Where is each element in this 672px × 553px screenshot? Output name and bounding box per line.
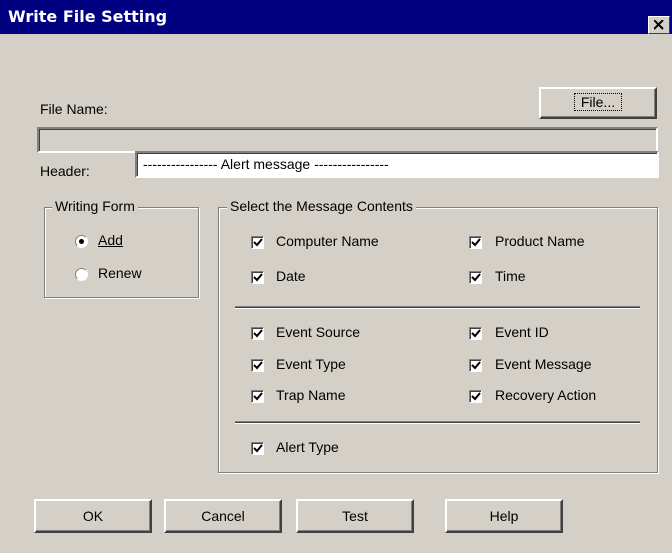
checkbox-event-type[interactable]	[251, 359, 264, 372]
radio-add-label: Add	[98, 232, 123, 248]
radio-renew-label: Renew	[98, 265, 142, 281]
ok-button[interactable]: OK	[34, 499, 152, 533]
separator	[235, 306, 640, 309]
window-title: Write File Setting	[8, 7, 168, 26]
checkbox-date[interactable]	[251, 271, 264, 284]
close-icon	[654, 20, 664, 30]
checkbox-trap-name[interactable]	[251, 390, 264, 403]
label-trap-name: Trap Name	[276, 387, 346, 403]
check-icon	[471, 273, 481, 282]
label-event-message: Event Message	[495, 356, 592, 372]
header-input[interactable]: ---------------- Alert message ---------…	[135, 151, 659, 178]
separator	[235, 421, 640, 424]
checkbox-alert-type[interactable]	[251, 442, 264, 455]
title-bar: Write File Setting	[0, 0, 672, 34]
check-icon	[471, 329, 481, 338]
file-name-field[interactable]	[37, 127, 658, 153]
file-browse-label: File...	[573, 93, 623, 111]
radio-add-button[interactable]	[75, 235, 88, 248]
label-event-type: Event Type	[276, 356, 346, 372]
message-contents-title: Select the Message Contents	[227, 198, 416, 214]
checkbox-event-source[interactable]	[251, 327, 264, 340]
check-icon	[253, 444, 263, 453]
header-label: Header:	[40, 163, 90, 179]
checkbox-recovery-action[interactable]	[469, 390, 482, 403]
checkbox-event-message[interactable]	[469, 359, 482, 372]
check-icon	[253, 238, 263, 247]
label-date: Date	[276, 268, 306, 284]
close-button[interactable]	[648, 16, 670, 34]
check-icon	[471, 392, 481, 401]
checkbox-event-id[interactable]	[469, 327, 482, 340]
label-time: Time	[495, 268, 526, 284]
help-button[interactable]: Help	[445, 499, 563, 533]
check-icon	[471, 238, 481, 247]
check-icon	[253, 273, 263, 282]
label-computer-name: Computer Name	[276, 233, 379, 249]
label-product-name: Product Name	[495, 233, 585, 249]
writing-form-title: Writing Form	[52, 198, 138, 214]
radio-renew-button[interactable]	[75, 268, 88, 281]
check-icon	[253, 392, 263, 401]
label-alert-type: Alert Type	[276, 439, 339, 455]
checkbox-computer-name[interactable]	[251, 236, 264, 249]
checkbox-product-name[interactable]	[469, 236, 482, 249]
writing-form-group	[44, 207, 199, 298]
file-browse-button[interactable]: File...	[539, 87, 657, 119]
check-icon	[471, 361, 481, 370]
check-icon	[253, 361, 263, 370]
cancel-button[interactable]: Cancel	[164, 499, 282, 533]
test-button[interactable]: Test	[296, 499, 414, 533]
checkbox-time[interactable]	[469, 271, 482, 284]
label-event-source: Event Source	[276, 324, 361, 340]
file-name-label: File Name:	[40, 101, 108, 117]
header-value: ---------------- Alert message ---------…	[143, 156, 389, 172]
label-recovery-action: Recovery Action	[495, 387, 597, 403]
check-icon	[253, 329, 263, 338]
label-event-id: Event ID	[495, 324, 549, 340]
